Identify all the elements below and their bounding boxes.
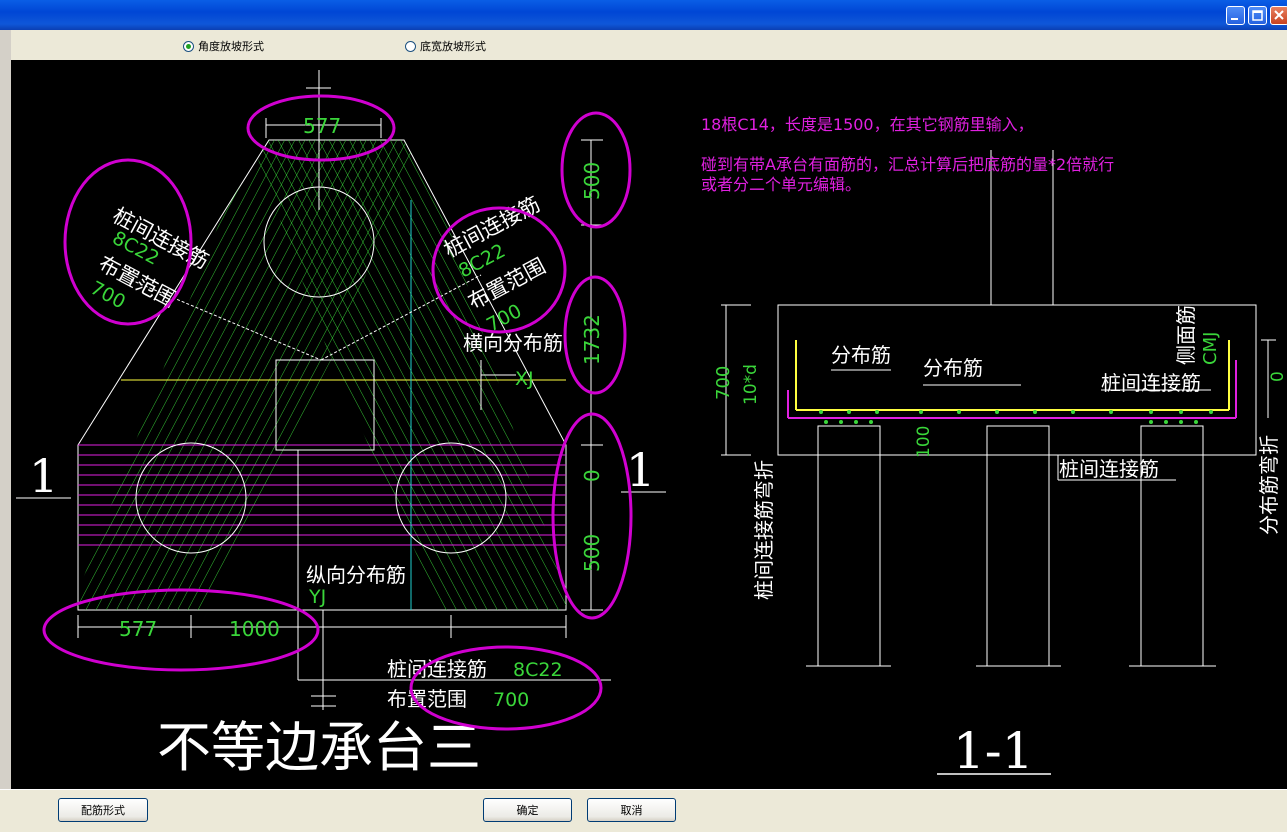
note-line-1: 18根C14，长度是1500，在其它钢筋里输入， <box>701 115 1034 134</box>
radio-unselected-icon <box>405 40 416 52</box>
dim-right-0: 0 <box>580 469 604 482</box>
note-line-2: 碰到有带A承台有面筋的，汇总计算后把底筋的量*2倍就行 <box>701 155 1114 174</box>
side-bar-code: CMJ <box>1200 332 1221 365</box>
dim-700: 700 <box>713 366 734 400</box>
longitudinal-bar-label: 纵向分布筋 <box>306 563 406 587</box>
maximize-icon <box>1252 10 1263 21</box>
section-pile-bar-label: 桩间连接筋 <box>1101 371 1201 395</box>
distribution-bar-bend-label: 分布筋弯折 <box>1257 435 1281 535</box>
section-mark-left: 1 <box>29 449 58 503</box>
section-title: 1-1 <box>953 722 1034 780</box>
cancel-button[interactable]: 取消 <box>587 798 676 822</box>
note-line-3: 或者分二个单元编辑。 <box>701 175 861 194</box>
dim-bottom-1000: 1000 <box>229 617 280 641</box>
radio-width-label: 底宽放坡形式 <box>420 40 486 53</box>
dim-100: 100 <box>914 426 934 458</box>
plan-title: 不等边承台三 <box>157 716 481 779</box>
longitudinal-bar-code: YJ <box>308 586 326 608</box>
distribution-bar-label-1: 分布筋 <box>831 343 891 367</box>
dim-10d: 10*d <box>741 364 761 405</box>
maximize-button[interactable] <box>1248 6 1267 25</box>
section-pile-2 <box>986 425 1050 667</box>
drawing-canvas: 577 577 1000 500 1732 0 500 桩间连接筋 8C22 布… <box>11 60 1287 789</box>
pile-bar-bend-label: 桩间连接筋弯折 <box>752 460 776 600</box>
minimize-icon <box>1231 18 1238 20</box>
bottom-pile-bar-spec: 8C22 <box>513 659 563 681</box>
ok-button[interactable]: 确定 <box>483 798 572 822</box>
section-pile-bar-label-bottom: 桩间连接筋 <box>1059 457 1159 481</box>
bottom-range-label: 布置范围 <box>387 687 467 711</box>
minimize-button[interactable] <box>1226 6 1245 25</box>
close-icon <box>1274 10 1284 20</box>
dim-0: 0 <box>1268 371 1287 382</box>
section-pile-1 <box>817 425 881 667</box>
title-bar <box>0 0 1287 30</box>
option-bar: 角度放坡形式 底宽放坡形式 <box>11 30 1287 61</box>
side-bar-label: 侧面筋 <box>1174 305 1198 365</box>
plan-view <box>16 70 666 710</box>
cad-drawing: 577 577 1000 500 1732 0 500 桩间连接筋 8C22 布… <box>16 70 1287 780</box>
bottom-range-value: 700 <box>493 689 529 711</box>
radio-width-slope[interactable]: 底宽放坡形式 <box>405 38 486 54</box>
dim-top-577: 577 <box>303 114 341 138</box>
radio-angle-slope[interactable]: 角度放坡形式 <box>183 38 264 54</box>
close-button[interactable] <box>1270 6 1287 25</box>
bottom-bar: 配筋形式 确定 取消 <box>0 789 1287 832</box>
dim-bottom-577: 577 <box>119 617 157 641</box>
radio-angle-label: 角度放坡形式 <box>198 40 264 53</box>
distribution-bar-label-2: 分布筋 <box>923 356 983 380</box>
dim-right-500-bottom: 500 <box>580 534 604 572</box>
rebar-form-button[interactable]: 配筋形式 <box>58 798 148 822</box>
radio-selected-icon <box>183 40 194 52</box>
transverse-bar-label: 横向分布筋 <box>463 331 563 355</box>
transverse-bar-code: XJ <box>515 368 534 390</box>
dim-right-1732: 1732 <box>580 314 604 365</box>
dim-right-500-top: 500 <box>580 162 604 200</box>
section-view <box>721 150 1276 667</box>
